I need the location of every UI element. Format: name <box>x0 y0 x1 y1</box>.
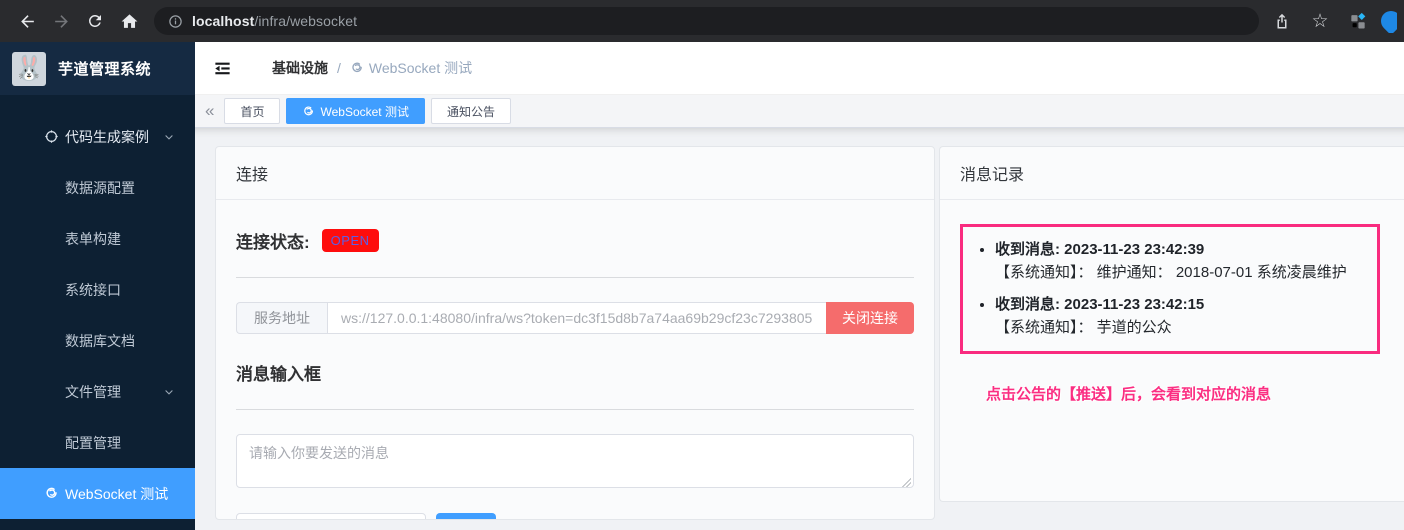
websocket-icon <box>350 61 364 75</box>
message-record-title: 消息记录 <box>940 147 1404 200</box>
message-textarea-wrap <box>236 434 914 493</box>
logo-image: 🐰 <box>12 51 46 86</box>
annotation-highlight-box: 收到消息: 2023-11-23 23:42:39 【系统通知】： 维护通知： … <box>960 224 1380 354</box>
extension-grid-icon <box>1348 11 1368 31</box>
logo-rabbit-glyph: 🐰 <box>14 55 44 82</box>
main-area: 基础设施 / WebSocket 测试 « 首页 WebSocket 测试 通知… <box>195 42 1404 530</box>
fold-menu-icon <box>213 59 232 78</box>
sidebar: 🐰 芋道管理系统 代码生成案例 数据源配置 表单构建 系统接口 数据库文档 文件… <box>0 42 195 530</box>
sidebar-item-label: WebSocket 测试 <box>65 485 169 502</box>
sidebar-item-db-doc[interactable]: 数据库文档 <box>0 315 195 366</box>
app-title: 芋道管理系统 <box>58 61 152 78</box>
back-arrow-icon <box>18 12 37 31</box>
tab-label: WebSocket 测试 <box>320 104 409 119</box>
connection-card-title: 连接 <box>216 147 934 200</box>
page-content: 连接 连接状态: OPEN 服务地址 关闭连接 消息输入框 <box>195 128 1404 530</box>
browser-toolbar-right: ☆ <box>1265 4 1397 38</box>
tab-notice[interactable]: 通知公告 <box>430 98 511 124</box>
bookmark-button[interactable]: ☆ <box>1303 4 1337 38</box>
message-list: 收到消息: 2023-11-23 23:42:39 【系统通知】： 维护通知： … <box>975 239 1365 339</box>
connection-status-badge: OPEN <box>321 229 379 252</box>
share-button[interactable] <box>1265 4 1299 38</box>
message-textarea[interactable] <box>236 434 914 488</box>
message-item-title: 收到消息: 2023-11-23 23:42:39 <box>995 241 1205 258</box>
browser-home-button[interactable] <box>112 4 146 38</box>
address-bar[interactable]: localhost/infra/websocket <box>154 7 1259 35</box>
bookmark-star-icon: ☆ <box>1311 10 1329 32</box>
sidebar-item-label: 系统接口 <box>65 281 121 298</box>
sidebar-fold-button[interactable] <box>209 55 236 82</box>
home-icon <box>120 12 139 31</box>
share-icon <box>1273 12 1291 30</box>
url-path: /infra/websocket <box>254 13 358 29</box>
browser-toolbar: localhost/infra/websocket ☆ <box>0 0 1404 42</box>
sidebar-item-datasource-config[interactable]: 数据源配置 <box>0 162 195 213</box>
websocket-icon <box>302 105 315 118</box>
breadcrumb-current-label: WebSocket 测试 <box>368 60 473 76</box>
breadcrumb-root[interactable]: 基础设施 <box>272 58 328 78</box>
message-item-title: 收到消息: 2023-11-23 23:42:15 <box>995 296 1205 313</box>
server-address-input <box>327 302 826 334</box>
sidebar-item-file-manage[interactable]: 文件管理 <box>0 366 195 417</box>
message-item-body: 【系统通知】： 维护通知： 2018-07-01 系统凌晨维护 <box>995 263 1347 281</box>
tab-label: 通知公告 <box>446 104 495 119</box>
browser-back-button[interactable] <box>10 4 44 38</box>
tabs-collapse-left-icon[interactable]: « <box>205 102 218 121</box>
connection-status-row: 连接状态: OPEN <box>236 228 914 253</box>
tabs-bar: « 首页 WebSocket 测试 通知公告 <box>195 95 1404 128</box>
connection-card: 连接 连接状态: OPEN 服务地址 关闭连接 消息输入框 <box>215 146 935 520</box>
sidebar-menu: 代码生成案例 数据源配置 表单构建 系统接口 数据库文档 文件管理 配置管理 W… <box>0 95 195 519</box>
browser-reload-button[interactable] <box>78 4 112 38</box>
websocket-icon <box>44 486 65 501</box>
sidebar-item-code-gen[interactable]: 代码生成案例 <box>0 111 195 162</box>
sidebar-item-label: 代码生成案例 <box>65 128 149 145</box>
message-item-body: 【系统通知】： 芋道的公众 <box>995 318 1172 336</box>
close-connection-button[interactable]: 关闭连接 <box>826 302 914 334</box>
extension-button[interactable] <box>1341 4 1375 38</box>
pin-extension-icon[interactable] <box>1379 9 1397 33</box>
sidebar-item-config-manage[interactable]: 配置管理 <box>0 417 195 468</box>
server-address-group: 服务地址 关闭连接 <box>236 302 914 334</box>
message-item: 收到消息: 2023-11-23 23:42:39 【系统通知】： 维护通知： … <box>995 239 1365 284</box>
message-input-title: 消息输入框 <box>236 365 321 384</box>
server-address-label: 服务地址 <box>236 302 327 334</box>
connection-card-body: 连接状态: OPEN 服务地址 关闭连接 消息输入框 所有人 <box>216 200 934 519</box>
chevron-down-icon <box>163 131 175 143</box>
sidebar-item-label: 配置管理 <box>65 434 121 451</box>
url-text: localhost/infra/websocket <box>192 13 357 29</box>
tab-home[interactable]: 首页 <box>224 98 281 124</box>
send-button[interactable]: 发送 <box>436 513 496 519</box>
sidebar-item-label: 文件管理 <box>65 383 121 400</box>
breadcrumb-separator: / <box>337 60 341 76</box>
aim-icon <box>44 129 65 144</box>
breadcrumb: 基础设施 / WebSocket 测试 <box>272 58 472 78</box>
forward-arrow-icon <box>52 12 71 31</box>
app-logo[interactable]: 🐰 芋道管理系统 <box>0 42 195 95</box>
browser-forward-button[interactable] <box>44 4 78 38</box>
send-row: 所有人 发送 <box>236 513 914 519</box>
chevron-down-icon <box>163 386 175 398</box>
sidebar-item-websocket-test[interactable]: WebSocket 测试 <box>0 468 195 519</box>
sidebar-item-label: 表单构建 <box>65 230 121 247</box>
sidebar-item-form-builder[interactable]: 表单构建 <box>0 213 195 264</box>
sidebar-item-system-api[interactable]: 系统接口 <box>0 264 195 315</box>
connection-status-label: 连接状态: <box>236 233 310 252</box>
message-record-card: 消息记录 收到消息: 2023-11-23 23:42:39 【系统通知】： 维… <box>939 146 1404 502</box>
divider <box>236 277 914 278</box>
recipient-select-value: 所有人 <box>248 518 290 519</box>
url-host: localhost <box>192 13 255 29</box>
tab-label: 首页 <box>240 104 265 119</box>
reload-icon <box>86 12 104 30</box>
message-record-body: 收到消息: 2023-11-23 23:42:39 【系统通知】： 维护通知： … <box>940 200 1404 404</box>
top-navbar: 基础设施 / WebSocket 测试 <box>195 42 1404 95</box>
site-info-icon[interactable] <box>168 14 183 29</box>
recipient-select[interactable]: 所有人 <box>236 513 426 519</box>
annotation-note: 点击公告的【推送】后，会看到对应的消息 <box>986 386 1272 403</box>
sidebar-item-label: 数据库文档 <box>65 332 135 349</box>
divider <box>236 409 914 410</box>
breadcrumb-current: WebSocket 测试 <box>350 58 472 78</box>
sidebar-item-label: 数据源配置 <box>65 179 135 196</box>
message-item: 收到消息: 2023-11-23 23:42:15 【系统通知】： 芋道的公众 <box>995 294 1365 339</box>
tab-websocket-test[interactable]: WebSocket 测试 <box>286 98 425 124</box>
